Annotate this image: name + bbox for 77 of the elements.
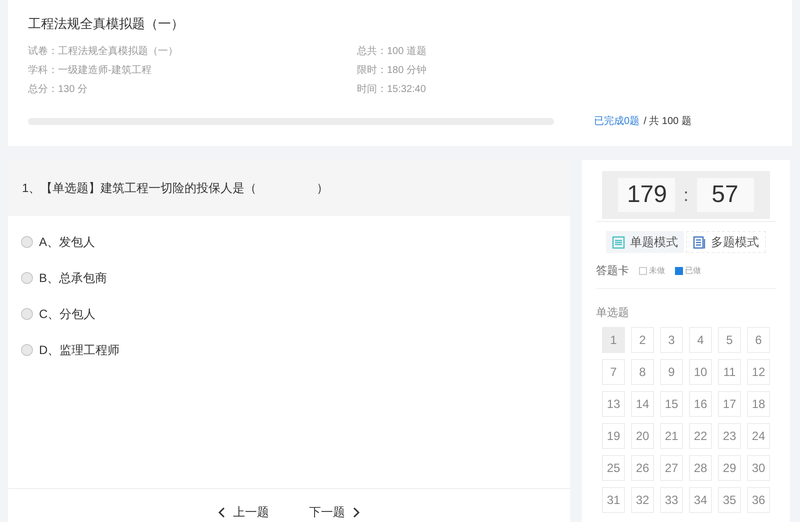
answer-option[interactable]: A、发包人 — [21, 232, 557, 252]
info-label: 时间： — [357, 83, 387, 97]
radio-button[interactable] — [21, 236, 33, 248]
info-label: 试卷： — [28, 45, 58, 59]
question-number[interactable]: 6 — [747, 327, 770, 353]
legend-swatch — [675, 267, 683, 276]
question-number[interactable]: 7 — [602, 359, 625, 385]
answer-option[interactable]: B、总承包商 — [21, 268, 557, 288]
question-number[interactable]: 3 — [660, 327, 683, 353]
info-label: 总共： — [357, 45, 387, 59]
info-value: 130 分 — [58, 83, 88, 97]
answer-option[interactable]: C、分包人 — [21, 304, 557, 324]
radio-button[interactable] — [21, 272, 33, 284]
previous-button[interactable]: 上一题 — [218, 503, 269, 521]
question-number[interactable]: 34 — [689, 487, 712, 513]
info-value: 15:32:40 — [387, 83, 426, 97]
question-number[interactable]: 36 — [747, 487, 770, 513]
question-number[interactable]: 21 — [660, 423, 683, 449]
question-number[interactable]: 32 — [631, 487, 654, 513]
chevron-left-icon — [218, 506, 225, 518]
mode-tab[interactable]: 单题模式 — [606, 231, 684, 253]
question-number[interactable]: 30 — [747, 455, 770, 481]
exam-title: 工程法规全真模拟题（一） — [28, 15, 185, 33]
document-icon — [693, 236, 706, 248]
info-label: 总分： — [28, 83, 58, 97]
info-value: 一级建造师-建筑工程 — [58, 64, 152, 78]
question-number[interactable]: 11 — [718, 359, 741, 385]
radio-button[interactable] — [21, 344, 33, 356]
question-number[interactable]: 31 — [602, 487, 625, 513]
question-number[interactable]: 14 — [631, 391, 654, 417]
list-icon — [612, 236, 625, 248]
question-number[interactable]: 13 — [602, 391, 625, 417]
info-value: 100 道题 — [387, 45, 426, 59]
legend-label: 已做 — [685, 265, 701, 278]
question-number[interactable]: 17 — [718, 391, 741, 417]
answer-card-title: 答题卡 — [596, 264, 629, 279]
question-number[interactable]: 8 — [631, 359, 654, 385]
question-text: 1、【单选题】建筑工程一切险的投保人是（ ） — [22, 180, 329, 197]
next-button[interactable]: 下一题 — [309, 503, 360, 521]
timer-separator: : — [683, 184, 688, 206]
mode-tab[interactable]: 多题模式 — [686, 231, 766, 253]
question-number[interactable]: 2 — [631, 327, 654, 353]
question-number[interactable]: 9 — [660, 359, 683, 385]
question-number[interactable]: 29 — [718, 455, 741, 481]
completed-count: 已完成0题 — [594, 114, 640, 129]
info-value: 工程法规全真模拟题（一） — [58, 45, 178, 59]
question-number[interactable]: 28 — [689, 455, 712, 481]
question-number[interactable]: 35 — [718, 487, 741, 513]
section-title: 单选题 — [596, 306, 630, 320]
legend-label: 未做 — [649, 265, 665, 278]
timer-minutes: 179 — [618, 178, 676, 212]
answer-option[interactable]: D、监理工程师 — [21, 340, 557, 360]
question-number[interactable]: 4 — [689, 327, 712, 353]
question-number[interactable]: 33 — [660, 487, 683, 513]
question-number[interactable]: 5 — [718, 327, 741, 353]
question-number[interactable]: 10 — [689, 359, 712, 385]
question-number[interactable]: 12 — [747, 359, 770, 385]
timer-seconds: 57 — [696, 178, 754, 212]
question-number[interactable]: 19 — [602, 423, 625, 449]
question-number[interactable]: 25 — [602, 455, 625, 481]
question-number[interactable]: 16 — [689, 391, 712, 417]
question-number[interactable]: 22 — [689, 423, 712, 449]
question-number[interactable]: 23 — [718, 423, 741, 449]
question-number[interactable]: 24 — [747, 423, 770, 449]
question-number[interactable]: 15 — [660, 391, 683, 417]
info-label: 限时： — [357, 64, 387, 78]
question-number[interactable]: 18 — [747, 391, 770, 417]
question-number[interactable]: 1 — [602, 327, 625, 353]
info-label: 学科： — [28, 64, 58, 78]
info-value: 180 分钟 — [387, 64, 426, 78]
chevron-right-icon — [353, 506, 360, 518]
total-count: / 共 100 题 — [644, 114, 692, 129]
question-number[interactable]: 26 — [631, 455, 654, 481]
legend-swatch — [639, 267, 647, 276]
radio-button[interactable] — [21, 308, 33, 320]
question-number[interactable]: 20 — [631, 423, 654, 449]
question-number[interactable]: 27 — [660, 455, 683, 481]
